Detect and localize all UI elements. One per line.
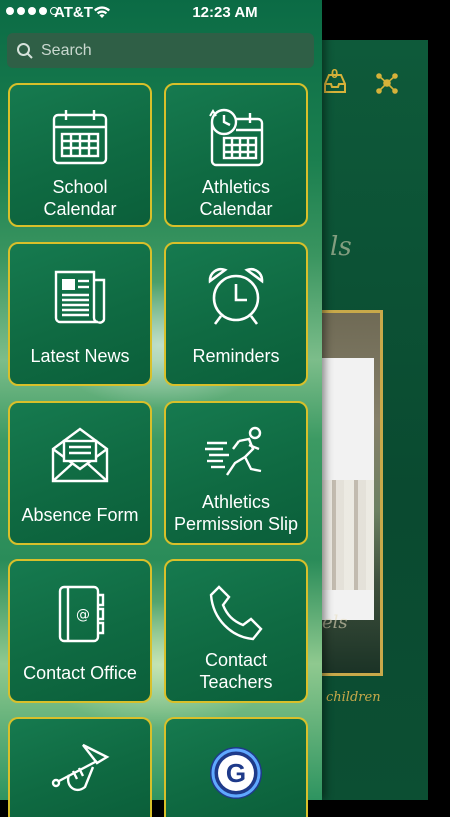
search-input[interactable] (39, 40, 303, 61)
background-script-text: ls (330, 232, 352, 262)
tile-label: Athletics (201, 177, 271, 197)
trumpet-icon (10, 741, 150, 801)
runner-icon (166, 425, 306, 481)
tile-label: School (52, 177, 108, 197)
tile-label: Contact (204, 650, 268, 670)
tile-label: Permission Slip (173, 514, 299, 534)
newspaper-icon (10, 268, 150, 326)
svg-text:@: @ (76, 607, 90, 623)
tile-label: Absence Form (21, 505, 139, 525)
tile-label: Athletics (201, 492, 271, 512)
tile-label: Teachers (199, 672, 273, 692)
tile-label: Calendar (199, 199, 273, 219)
contact-teachers-button[interactable]: Contact Teachers (164, 559, 308, 703)
side-drawer: AT&T School Cal (0, 0, 322, 817)
reminders-button[interactable]: Reminders (164, 242, 308, 386)
tile-label: Reminders (192, 346, 280, 366)
calendar-icon (10, 107, 150, 167)
g-logo-icon: G (166, 743, 306, 803)
g-app-button[interactable]: G (164, 717, 308, 817)
band-button[interactable] (8, 717, 152, 817)
background-photo-children (322, 480, 374, 590)
background-app-header: 0 (322, 66, 422, 102)
share-network-icon[interactable] (374, 70, 400, 101)
status-time: 12:23 AM (192, 4, 258, 21)
athletics-calendar-button[interactable]: Athletics Calendar (164, 83, 308, 227)
inbox-icon[interactable]: 0 (322, 66, 348, 101)
absence-form-button[interactable]: Absence Form (8, 401, 152, 545)
address-book-icon: @ (10, 583, 150, 645)
contact-office-button[interactable]: @ Contact Office (8, 559, 152, 703)
tile-label: Calendar (43, 199, 117, 219)
envelope-icon (10, 425, 150, 485)
svg-text:G: G (226, 758, 246, 788)
inbox-badge: 0 (331, 65, 339, 81)
tile-label: Contact Office (23, 663, 137, 683)
school-calendar-button[interactable]: School Calendar (8, 83, 152, 227)
tile-label: Latest News (30, 346, 130, 366)
alarm-clock-icon (166, 264, 306, 328)
status-bar-overlay: 12:23 AM (0, 0, 450, 28)
phone-icon (166, 583, 306, 643)
athletics-permission-slip-button[interactable]: Athletics Permission Slip (164, 401, 308, 545)
search-icon (17, 42, 33, 59)
search-bar[interactable] (7, 33, 314, 68)
calendar-clock-icon (166, 107, 306, 169)
background-script-text: els (322, 612, 348, 633)
latest-news-button[interactable]: Latest News (8, 242, 152, 386)
background-script-text: children (326, 690, 381, 705)
